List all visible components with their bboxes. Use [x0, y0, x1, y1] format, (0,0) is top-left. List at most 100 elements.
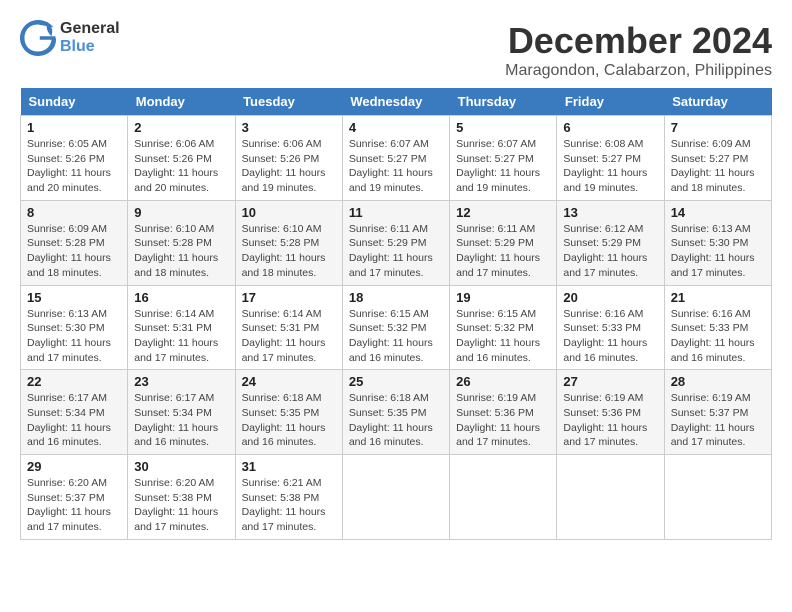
day-number: 27 [563, 374, 657, 389]
calendar-cell: 23Sunrise: 6:17 AM Sunset: 5:34 PM Dayli… [128, 370, 235, 455]
day-info: Sunrise: 6:21 AM Sunset: 5:38 PM Dayligh… [242, 476, 336, 535]
calendar-cell: 11 Sunrise: 6:11 AM Sunset: 5:29 PM Dayli… [342, 200, 449, 285]
logo-blue: Blue [60, 38, 120, 56]
day-number: 26 [456, 374, 550, 389]
day-number: 3 [242, 120, 336, 135]
weekday-header-row: SundayMondayTuesdayWednesdayThursdayFrid… [21, 88, 772, 116]
calendar-cell: 24 Sunrise: 6:18 AM Sunset: 5:35 PM Dayli… [235, 370, 342, 455]
day-number: 17 [242, 290, 336, 305]
title-section: December 2024 Maragondon, Calabarzon, Ph… [505, 20, 772, 80]
calendar-cell [557, 455, 664, 540]
calendar-cell: 14 Sunrise: 6:13 AM Sunset: 5:30 PM Dayli… [664, 200, 771, 285]
calendar-week-5: 29Sunrise: 6:20 AM Sunset: 5:37 PM Dayli… [21, 455, 772, 540]
day-info: Sunrise: 6:17 AM Sunset: 5:34 PM Dayligh… [27, 391, 121, 450]
calendar-cell: 9Sunrise: 6:10 AM Sunset: 5:28 PM Daylig… [128, 200, 235, 285]
calendar-cell: 6Sunrise: 6:08 AM Sunset: 5:27 PM Daylig… [557, 116, 664, 201]
day-info: Sunrise: 6:14 AM Sunset: 5:31 PM Dayligh… [134, 307, 228, 366]
calendar-cell [664, 455, 771, 540]
day-info: Sunrise: 6:06 AM Sunset: 5:26 PM Dayligh… [134, 137, 228, 196]
day-info: Sunrise: 6:14 AM Sunset: 5:31 PM Dayligh… [242, 307, 336, 366]
day-info: Sunrise: 6:10 AM Sunset: 5:28 PM Dayligh… [242, 222, 336, 281]
weekday-header-friday: Friday [557, 88, 664, 116]
day-number: 1 [27, 120, 121, 135]
day-number: 14 [671, 205, 765, 220]
calendar-cell: 17 Sunrise: 6:14 AM Sunset: 5:31 PM Dayli… [235, 285, 342, 370]
day-number: 9 [134, 205, 228, 220]
day-info: Sunrise: 6:06 AM Sunset: 5:26 PM Dayligh… [242, 137, 336, 196]
calendar-cell: 4 Sunrise: 6:07 AM Sunset: 5:27 PM Daylig… [342, 116, 449, 201]
calendar-week-1: 1 Sunrise: 6:05 AM Sunset: 5:26 PM Daylig… [21, 116, 772, 201]
day-number: 13 [563, 205, 657, 220]
calendar-cell: 20 Sunrise: 6:16 AM Sunset: 5:33 PM Dayli… [557, 285, 664, 370]
calendar-week-2: 8 Sunrise: 6:09 AM Sunset: 5:28 PM Daylig… [21, 200, 772, 285]
day-info: Sunrise: 6:13 AM Sunset: 5:30 PM Dayligh… [27, 307, 121, 366]
day-number: 20 [563, 290, 657, 305]
day-number: 11 [349, 205, 443, 220]
day-number: 31 [242, 459, 336, 474]
day-number: 28 [671, 374, 765, 389]
day-info: Sunrise: 6:05 AM Sunset: 5:26 PM Dayligh… [27, 137, 121, 196]
day-number: 30 [134, 459, 228, 474]
calendar-cell: 26 Sunrise: 6:19 AM Sunset: 5:36 PM Dayli… [450, 370, 557, 455]
calendar-week-3: 15Sunrise: 6:13 AM Sunset: 5:30 PM Dayli… [21, 285, 772, 370]
day-info: Sunrise: 6:07 AM Sunset: 5:27 PM Dayligh… [349, 137, 443, 196]
day-info: Sunrise: 6:18 AM Sunset: 5:35 PM Dayligh… [349, 391, 443, 450]
weekday-header-saturday: Saturday [664, 88, 771, 116]
calendar-cell: 7Sunrise: 6:09 AM Sunset: 5:27 PM Daylig… [664, 116, 771, 201]
day-info: Sunrise: 6:13 AM Sunset: 5:30 PM Dayligh… [671, 222, 765, 281]
day-number: 5 [456, 120, 550, 135]
calendar-cell: 28 Sunrise: 6:19 AM Sunset: 5:37 PM Dayli… [664, 370, 771, 455]
calendar-cell [450, 455, 557, 540]
calendar-cell: 21 Sunrise: 6:16 AM Sunset: 5:33 PM Dayli… [664, 285, 771, 370]
calendar-cell: 25Sunrise: 6:18 AM Sunset: 5:35 PM Dayli… [342, 370, 449, 455]
day-info: Sunrise: 6:19 AM Sunset: 5:36 PM Dayligh… [456, 391, 550, 450]
day-info: Sunrise: 6:11 AM Sunset: 5:29 PM Dayligh… [349, 222, 443, 281]
day-number: 18 [349, 290, 443, 305]
day-number: 21 [671, 290, 765, 305]
day-info: Sunrise: 6:16 AM Sunset: 5:33 PM Dayligh… [671, 307, 765, 366]
day-number: 10 [242, 205, 336, 220]
calendar-cell: 31 Sunrise: 6:21 AM Sunset: 5:38 PM Dayli… [235, 455, 342, 540]
day-info: Sunrise: 6:15 AM Sunset: 5:32 PM Dayligh… [456, 307, 550, 366]
page-header: General Blue December 2024 Maragondon, C… [20, 20, 772, 80]
day-number: 16 [134, 290, 228, 305]
calendar-cell: 29Sunrise: 6:20 AM Sunset: 5:37 PM Dayli… [21, 455, 128, 540]
day-number: 24 [242, 374, 336, 389]
month-title: December 2024 [505, 20, 772, 62]
calendar-cell: 27 Sunrise: 6:19 AM Sunset: 5:36 PM Dayli… [557, 370, 664, 455]
day-info: Sunrise: 6:15 AM Sunset: 5:32 PM Dayligh… [349, 307, 443, 366]
calendar-cell: 10 Sunrise: 6:10 AM Sunset: 5:28 PM Dayli… [235, 200, 342, 285]
calendar-week-4: 22Sunrise: 6:17 AM Sunset: 5:34 PM Dayli… [21, 370, 772, 455]
day-number: 2 [134, 120, 228, 135]
day-number: 8 [27, 205, 121, 220]
calendar-cell: 18 Sunrise: 6:15 AM Sunset: 5:32 PM Dayli… [342, 285, 449, 370]
day-info: Sunrise: 6:18 AM Sunset: 5:35 PM Dayligh… [242, 391, 336, 450]
weekday-header-sunday: Sunday [21, 88, 128, 116]
day-info: Sunrise: 6:07 AM Sunset: 5:27 PM Dayligh… [456, 137, 550, 196]
day-info: Sunrise: 6:20 AM Sunset: 5:37 PM Dayligh… [27, 476, 121, 535]
calendar-cell: 19Sunrise: 6:15 AM Sunset: 5:32 PM Dayli… [450, 285, 557, 370]
day-info: Sunrise: 6:19 AM Sunset: 5:36 PM Dayligh… [563, 391, 657, 450]
logo-general: General [60, 20, 120, 38]
calendar-cell: 30Sunrise: 6:20 AM Sunset: 5:38 PM Dayli… [128, 455, 235, 540]
logo: General Blue [20, 20, 120, 56]
weekday-header-monday: Monday [128, 88, 235, 116]
calendar-cell: 2 Sunrise: 6:06 AM Sunset: 5:26 PM Daylig… [128, 116, 235, 201]
day-number: 23 [134, 374, 228, 389]
calendar-cell: 15Sunrise: 6:13 AM Sunset: 5:30 PM Dayli… [21, 285, 128, 370]
day-info: Sunrise: 6:19 AM Sunset: 5:37 PM Dayligh… [671, 391, 765, 450]
weekday-header-thursday: Thursday [450, 88, 557, 116]
day-number: 12 [456, 205, 550, 220]
location: Maragondon, Calabarzon, Philippines [505, 62, 772, 80]
day-info: Sunrise: 6:09 AM Sunset: 5:28 PM Dayligh… [27, 222, 121, 281]
calendar-cell [342, 455, 449, 540]
day-info: Sunrise: 6:11 AM Sunset: 5:29 PM Dayligh… [456, 222, 550, 281]
calendar-cell: 12 Sunrise: 6:11 AM Sunset: 5:29 PM Dayli… [450, 200, 557, 285]
calendar-cell: 13 Sunrise: 6:12 AM Sunset: 5:29 PM Dayli… [557, 200, 664, 285]
day-info: Sunrise: 6:09 AM Sunset: 5:27 PM Dayligh… [671, 137, 765, 196]
day-number: 4 [349, 120, 443, 135]
day-info: Sunrise: 6:16 AM Sunset: 5:33 PM Dayligh… [563, 307, 657, 366]
calendar-cell: 8 Sunrise: 6:09 AM Sunset: 5:28 PM Daylig… [21, 200, 128, 285]
day-info: Sunrise: 6:12 AM Sunset: 5:29 PM Dayligh… [563, 222, 657, 281]
weekday-header-tuesday: Tuesday [235, 88, 342, 116]
